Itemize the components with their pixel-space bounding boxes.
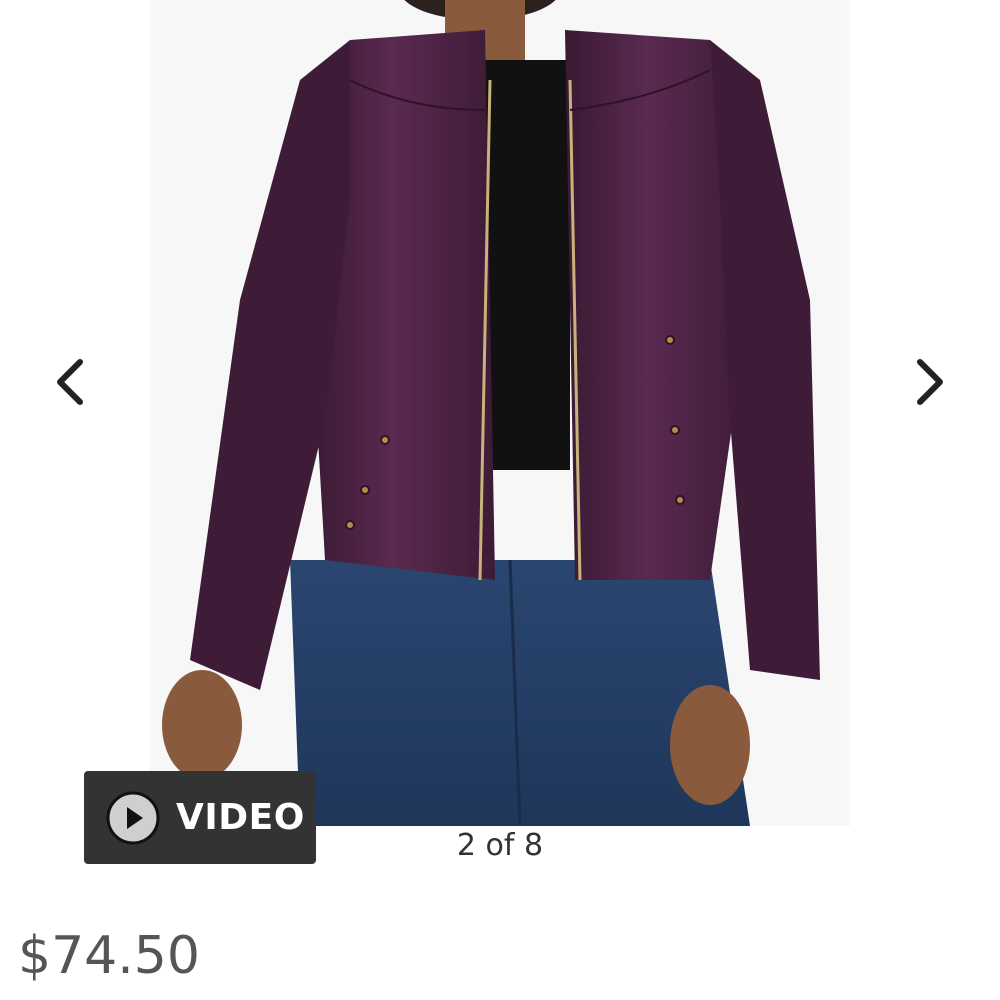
chevron-right-icon: [917, 359, 943, 405]
product-image[interactable]: [150, 0, 850, 826]
product-price: $74.50: [18, 926, 200, 986]
chevron-left-icon: [57, 359, 83, 405]
product-image-gallery: VIDEO 2 of 8: [0, 0, 1000, 880]
video-button-label: VIDEO: [176, 797, 305, 838]
video-button[interactable]: VIDEO: [84, 771, 316, 864]
jacket-photo: [150, 0, 850, 826]
play-circle-icon: [106, 791, 160, 844]
previous-image-button[interactable]: [40, 352, 100, 412]
next-image-button[interactable]: [900, 352, 960, 412]
image-counter: 2 of 8: [456, 828, 544, 863]
